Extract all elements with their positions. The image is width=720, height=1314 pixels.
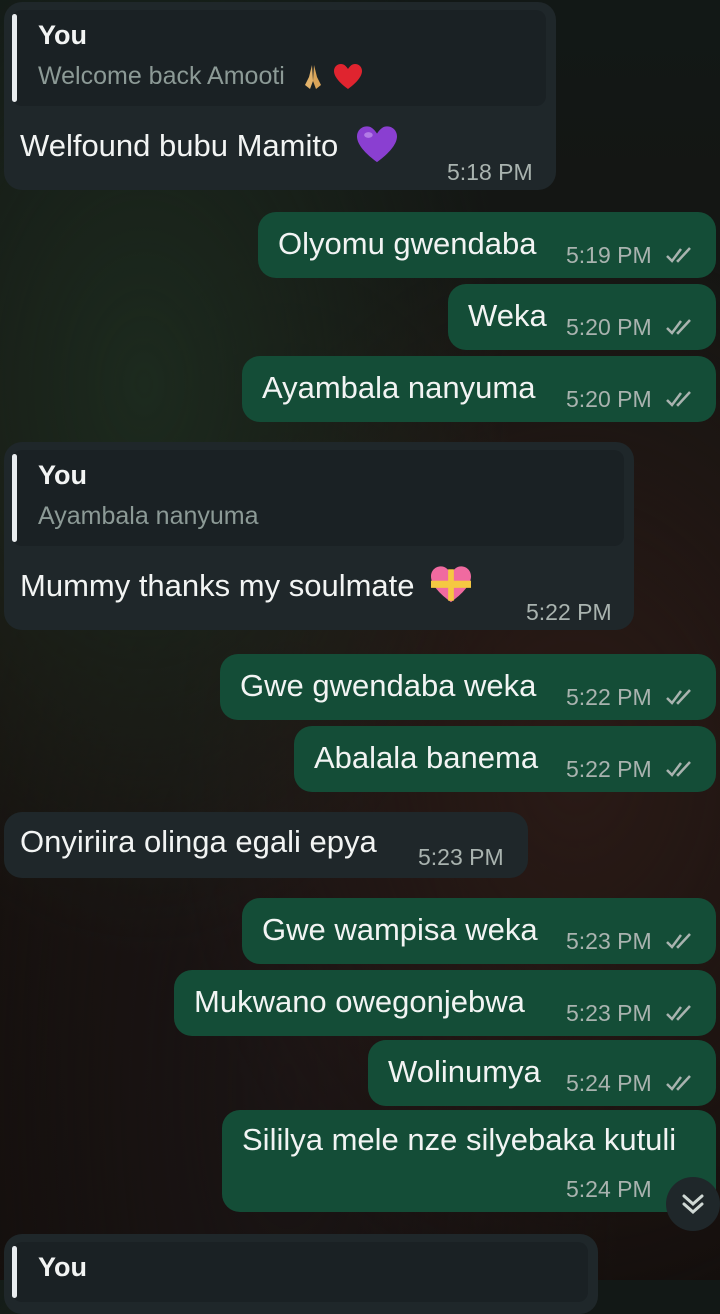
quote-author: You [38, 1252, 87, 1282]
message-bubble-outgoing[interactable]: Abalala banema 5:22 PM [294, 726, 716, 792]
quoted-message[interactable]: You Welcome back Amooti [12, 10, 546, 106]
message-text: Gwe wampisa weka [262, 912, 538, 947]
message-bubble-outgoing[interactable]: Gwe gwendaba weka 5:22 PM [220, 654, 716, 720]
quote-bar [12, 1246, 17, 1298]
message-bubble-outgoing[interactable]: Wolinumya 5:24 PM [368, 1040, 716, 1106]
message-time: 5:19 PM [566, 242, 652, 268]
quote-bar [12, 454, 17, 542]
message-bubble-outgoing[interactable]: Ayambala nanyuma 5:20 PM [242, 356, 716, 422]
quote-author: You [38, 460, 87, 490]
message-text: Mummy thanks my soulmate [20, 566, 473, 605]
quote-bar [12, 14, 17, 102]
message-text: Gwe gwendaba weka [240, 668, 537, 703]
quote-text: Welcome back Amooti [38, 62, 363, 91]
message-bubble-outgoing[interactable]: Weka 5:20 PM [448, 284, 716, 350]
message-text: Onyiriira olinga egali epya [20, 824, 377, 859]
message-time: 5:23 PM [418, 844, 504, 870]
quote-author: You [38, 20, 87, 50]
message-text-content: Welfound bubu Mamito [20, 128, 339, 163]
quote-text-content: Welcome back Amooti [38, 62, 285, 90]
message-time: 5:22 PM [526, 599, 612, 625]
message-time: 5:24 PM [566, 1176, 652, 1202]
scroll-down-icon [682, 1194, 704, 1215]
message-time: 5:22 PM [566, 756, 652, 782]
message-time: 5:20 PM [566, 386, 652, 412]
praying-hands-emoji [304, 65, 321, 90]
message-bubble-incoming[interactable]: Onyiriira olinga egali epya 5:23 PM [4, 812, 528, 878]
red-heart-emoji [333, 64, 362, 90]
double-check-icon [666, 391, 691, 407]
scroll-to-bottom-button[interactable] [666, 1177, 720, 1231]
double-check-icon [666, 1075, 691, 1091]
heart-ribbon-emoji [431, 566, 472, 602]
message-bubble-outgoing[interactable]: Sililya mele nze silyebaka kutuli 5:24 P… [222, 1110, 716, 1212]
purple-heart-emoji [356, 126, 397, 162]
message-bubble-outgoing[interactable]: Gwe wampisa weka 5:23 PM [242, 898, 716, 964]
message-time: 5:23 PM [566, 928, 652, 954]
message-bubble-incoming[interactable]: You Ayambala nanyuma Mummy thanks my sou… [4, 442, 634, 630]
message-text: Wolinumya [388, 1054, 541, 1089]
double-check-icon [666, 933, 691, 949]
message-bubble-incoming[interactable]: You Welcome back Amooti Welfound bubu Ma… [4, 2, 556, 190]
message-text-content: Mummy thanks my soulmate [20, 568, 415, 603]
message-text: Mukwano owegonjebwa [194, 984, 525, 1019]
message-time: 5:22 PM [566, 684, 652, 710]
quoted-message[interactable]: You [12, 1242, 588, 1302]
message-text: Olyomu gwendaba [278, 226, 537, 261]
double-check-icon [666, 689, 691, 705]
message-time: 5:20 PM [566, 314, 652, 340]
quoted-message[interactable]: You Ayambala nanyuma [12, 450, 624, 546]
double-check-icon [666, 247, 691, 263]
quote-text: Ayambala nanyuma [38, 502, 259, 530]
double-check-icon [666, 1005, 691, 1021]
message-bubble-outgoing[interactable]: Olyomu gwendaba 5:19 PM [258, 212, 716, 278]
double-check-icon [666, 319, 691, 335]
message-text: Sililya mele nze silyebaka kutuli [242, 1122, 677, 1157]
message-text: Weka [468, 298, 547, 333]
message-time: 5:18 PM [447, 159, 533, 185]
message-text: Welfound bubu Mamito [20, 126, 399, 165]
message-time: 5:24 PM [566, 1070, 652, 1096]
message-bubble-incoming-partial[interactable]: You [4, 1234, 598, 1314]
message-text: Ayambala nanyuma [262, 370, 536, 405]
message-bubble-outgoing[interactable]: Mukwano owegonjebwa 5:23 PM [174, 970, 716, 1036]
double-check-icon [666, 761, 691, 777]
message-text: Abalala banema [314, 740, 539, 775]
message-time: 5:23 PM [566, 1000, 652, 1026]
